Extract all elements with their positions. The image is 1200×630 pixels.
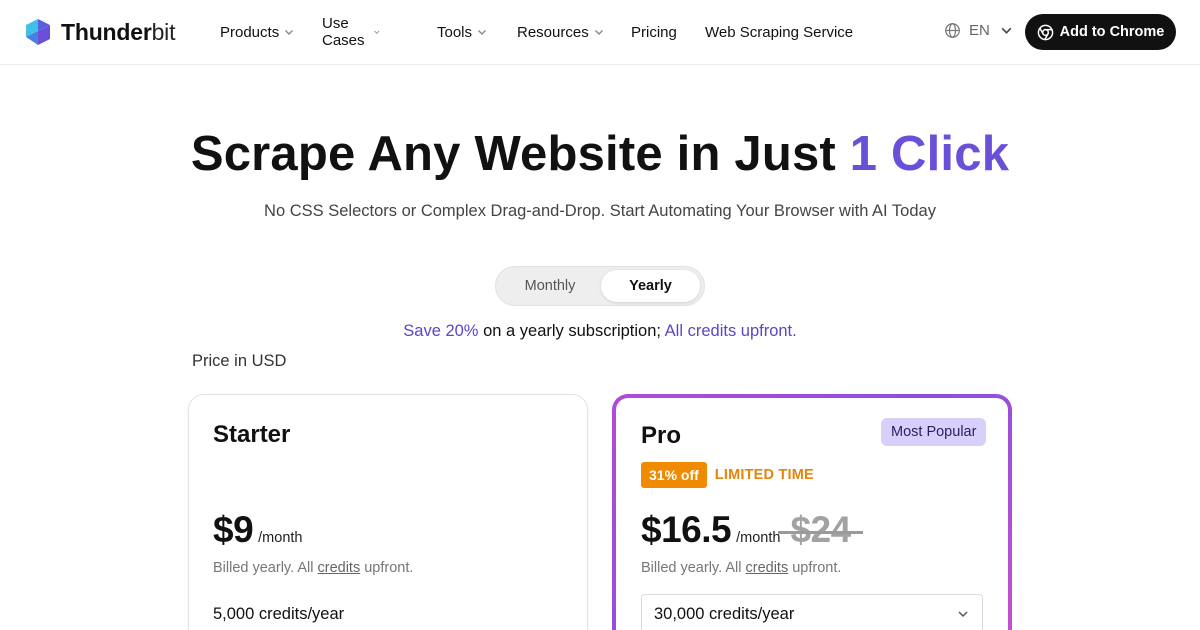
chrome-icon: [1037, 24, 1053, 40]
billing-note: Billed yearly. All credits upfront.: [641, 560, 842, 576]
plan-price: $9 /month: [213, 509, 303, 551]
thunderbit-logo-icon: [26, 19, 50, 45]
original-price: $24: [778, 509, 863, 550]
site-header: Thunderbit Products Use Cases Tools Reso…: [0, 0, 1200, 65]
chevron-down-icon: [1001, 27, 1012, 34]
chevron-down-icon: [285, 30, 294, 35]
brand-name: Thunderbit: [61, 18, 176, 45]
billing-toggle: Monthly Yearly: [495, 266, 705, 306]
hero-subtitle: No CSS Selectors or Complex Drag-and-Dro…: [264, 202, 936, 220]
brand-logo[interactable]: Thunderbit: [24, 18, 175, 46]
plan-price: $16.5 /month $24: [641, 509, 863, 551]
credits-select-value: 30,000 credits/year: [654, 604, 795, 623]
chevron-down-icon: [958, 611, 968, 618]
language-label: EN: [969, 22, 990, 39]
limited-time-label: LIMITED TIME: [714, 467, 814, 483]
language-selector[interactable]: EN: [944, 22, 1013, 39]
nav-pricing[interactable]: Pricing: [631, 24, 677, 41]
nav-resources[interactable]: Resources: [517, 24, 605, 41]
nav-products[interactable]: Products: [220, 24, 295, 41]
yearly-savings-note: Save 20% on a yearly subscription; All c…: [403, 322, 797, 340]
price-period: /month: [258, 530, 303, 546]
nav-tools[interactable]: Tools: [437, 24, 488, 41]
price-amount: $9: [213, 509, 254, 550]
globe-icon: [945, 23, 960, 38]
credits-link[interactable]: credits: [318, 560, 361, 576]
plan-card-pro: Pro Most Popular 31% off LIMITED TIME $1…: [612, 394, 1012, 630]
chevron-down-icon: [478, 30, 487, 35]
chevron-down-icon: [594, 30, 603, 35]
nav-use-cases[interactable]: Use Cases: [322, 15, 381, 49]
billing-note: Billed yearly. All credits upfront.: [213, 560, 414, 576]
credits-link[interactable]: credits: [746, 560, 789, 576]
plan-name: Starter: [213, 421, 291, 448]
currency-note: Price in USD: [192, 352, 287, 370]
billing-monthly-option[interactable]: Monthly: [502, 270, 598, 302]
nav-web-scraping-service[interactable]: Web Scraping Service: [705, 24, 853, 41]
credits-select[interactable]: 30,000 credits/year: [641, 594, 983, 630]
most-popular-badge: Most Popular: [881, 418, 987, 446]
add-to-chrome-button[interactable]: Add to Chrome: [1025, 14, 1176, 50]
plan-credits: 5,000 credits/year: [213, 605, 345, 623]
billing-yearly-option[interactable]: Yearly: [601, 270, 700, 302]
discount-badge: 31% off: [641, 462, 707, 488]
plan-name: Pro: [641, 422, 682, 449]
price-period: /month: [736, 530, 781, 546]
hero-title-accent: 1 Click: [849, 127, 1010, 181]
price-amount: $16.5: [641, 509, 732, 550]
chevron-down-icon: [374, 30, 380, 34]
plan-card-starter: Starter $9 /month Billed yearly. All cre…: [188, 394, 588, 630]
discount-row: 31% off LIMITED TIME: [641, 462, 814, 488]
hero-title: Scrape Any Website in Just 1 Click: [190, 127, 1010, 181]
